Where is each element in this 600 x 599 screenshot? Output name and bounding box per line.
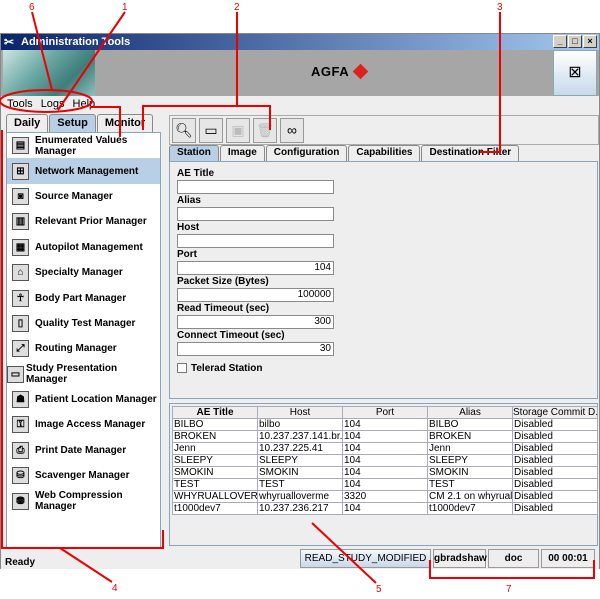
callout-2: 2 xyxy=(234,2,240,13)
callout-6: 6 xyxy=(29,2,35,13)
callout-7: 7 xyxy=(506,584,512,595)
callout-1: 1 xyxy=(122,2,128,13)
callout-3: 3 xyxy=(497,2,503,13)
callout-5: 5 xyxy=(376,584,382,595)
callout-4: 4 xyxy=(112,583,118,594)
callout-lines xyxy=(0,11,595,584)
